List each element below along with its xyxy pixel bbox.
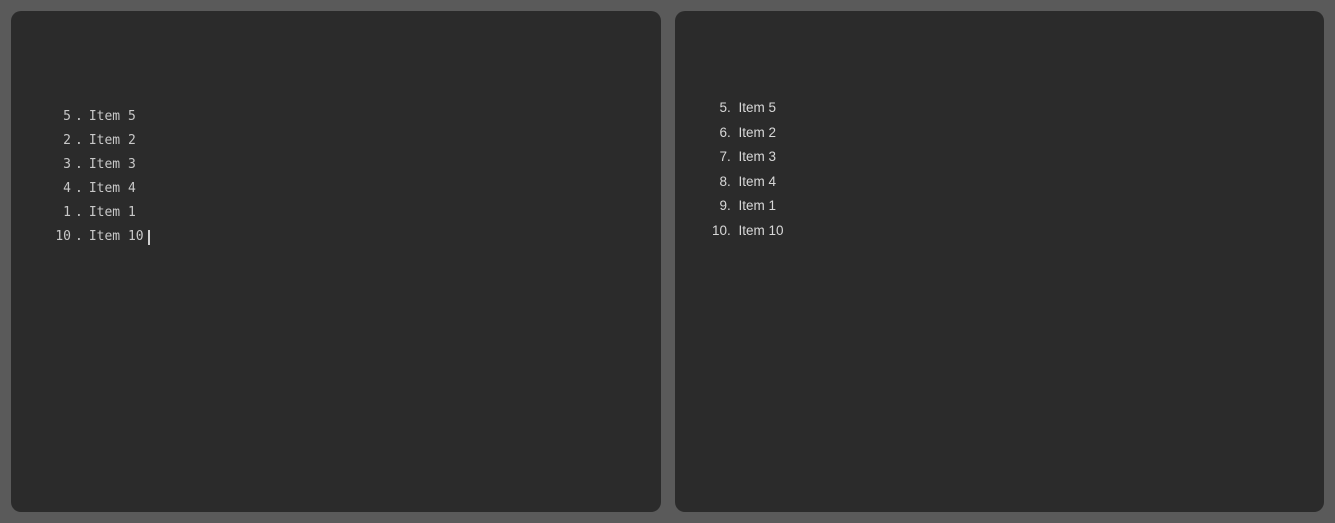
preview-list-item: Item 1 [735, 194, 1325, 219]
list-item-dot: . [75, 201, 83, 225]
list-item-number: 4 [41, 177, 71, 201]
list-item-number: 5 [41, 105, 71, 129]
list-item-number: 3 [41, 153, 71, 177]
preview-list-item: Item 10 [735, 219, 1325, 244]
preview-list-item: Item 2 [735, 121, 1325, 146]
list-item-dot: . [75, 177, 83, 201]
editor-panel[interactable]: 5.Item 52.Item 23.Item 34.Item 41.Item 1… [11, 11, 661, 512]
preview-list: Item 5Item 2Item 3Item 4Item 1Item 10 [675, 11, 1325, 243]
list-item-label: Item 1 [89, 201, 136, 225]
preview-list-item: Item 5 [735, 96, 1325, 121]
list-item-number: 2 [41, 129, 71, 153]
preview-list-item: Item 4 [735, 170, 1325, 195]
text-cursor [148, 230, 150, 245]
list-item-label: Item 2 [89, 129, 136, 153]
editor-list[interactable]: 5.Item 52.Item 23.Item 34.Item 41.Item 1… [11, 11, 661, 249]
list-item-dot: . [75, 105, 83, 129]
preview-panel: Item 5Item 2Item 3Item 4Item 1Item 10 [675, 11, 1325, 512]
list-item-dot: . [75, 225, 83, 249]
preview-list-item: Item 3 [735, 145, 1325, 170]
list-item-dot: . [75, 129, 83, 153]
list-item-number: 10 [41, 225, 71, 249]
list-item-label: Item 3 [89, 153, 136, 177]
list-item-dot: . [75, 153, 83, 177]
list-item-label: Item 10 [89, 225, 144, 249]
editor-list-item[interactable]: 3.Item 3 [41, 153, 661, 177]
editor-list-item[interactable]: 4.Item 4 [41, 177, 661, 201]
editor-list-item[interactable]: 2.Item 2 [41, 129, 661, 153]
editor-list-item[interactable]: 1.Item 1 [41, 201, 661, 225]
editor-list-item[interactable]: 5.Item 5 [41, 105, 661, 129]
list-item-number: 1 [41, 201, 71, 225]
list-item-label: Item 4 [89, 177, 136, 201]
list-item-label: Item 5 [89, 105, 136, 129]
editor-list-item[interactable]: 10.Item 10 [41, 225, 661, 249]
split-container: 5.Item 52.Item 23.Item 34.Item 41.Item 1… [0, 0, 1335, 523]
